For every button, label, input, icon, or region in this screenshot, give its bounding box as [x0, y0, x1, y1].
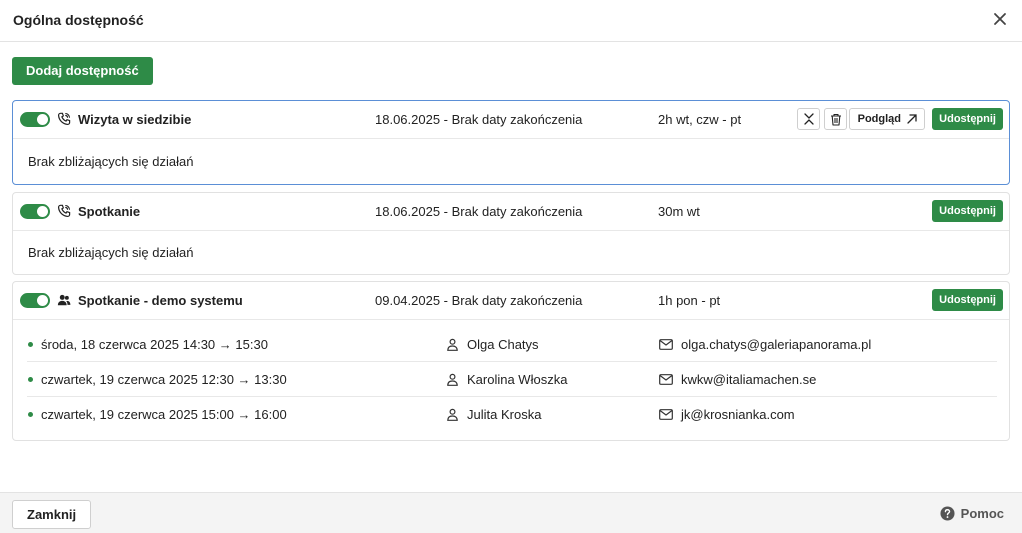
help-label: Pomoc	[960, 506, 1004, 521]
collapse-button[interactable]	[797, 108, 820, 130]
person-icon	[447, 373, 458, 386]
event-row[interactable]: środa, 18 czerwca 2025 14:30 → 15:30 Olg…	[27, 327, 997, 362]
event-person: Karolina Włoszka	[467, 372, 568, 387]
event-person: Olga Chatys	[467, 337, 539, 352]
card-name: Wizyta w siedzibie	[78, 112, 192, 127]
close-icon[interactable]	[992, 11, 1008, 27]
enable-toggle[interactable]	[20, 293, 50, 308]
external-link-icon	[907, 114, 917, 124]
card-dates: 18.06.2025 - Brak daty zakończenia	[375, 204, 583, 219]
event-person: Julita Kroska	[467, 407, 542, 422]
event-time: czwartek, 19 czerwca 2025 15:00 → 16:00	[41, 407, 287, 422]
enable-toggle[interactable]	[20, 112, 50, 127]
share-button[interactable]: Udostępnij	[932, 289, 1003, 311]
enable-toggle[interactable]	[20, 204, 50, 219]
event-email: jk@krosnianka.com	[681, 407, 795, 422]
dialog-title: Ogólna dostępność	[13, 12, 144, 28]
card-name: Spotkanie	[78, 204, 141, 219]
status-dot	[28, 412, 33, 417]
preview-button[interactable]: Podgląd	[848, 108, 925, 130]
status-dot	[28, 342, 33, 347]
event-time: środa, 18 czerwca 2025 14:30 → 15:30	[41, 337, 268, 352]
event-time: czwartek, 19 czerwca 2025 12:30 → 13:30	[41, 372, 287, 387]
person-icon	[447, 408, 458, 421]
phone-icon	[57, 112, 71, 126]
card-name: Spotkanie - demo systemu	[78, 293, 243, 308]
share-button[interactable]: Udostępnij	[932, 200, 1003, 222]
event-row[interactable]: czwartek, 19 czerwca 2025 12:30 → 13:30 …	[27, 362, 997, 397]
card-body-text: Brak zbliżających się działań	[28, 154, 194, 169]
preview-label: Podgląd	[857, 113, 901, 125]
card-header: Wizyta w siedzibie 18.06.2025 - Brak dat…	[13, 101, 1009, 139]
mail-icon	[659, 339, 673, 350]
group-icon	[57, 294, 71, 306]
event-row[interactable]: czwartek, 19 czerwca 2025 15:00 → 16:00 …	[27, 397, 997, 432]
card-schedule: 2h wt, czw - pt	[658, 112, 742, 127]
availability-card[interactable]: Spotkanie 18.06.2025 - Brak daty zakończ…	[12, 192, 1010, 275]
availability-card[interactable]: Wizyta w siedzibie 18.06.2025 - Brak dat…	[12, 100, 1010, 185]
availability-card[interactable]: Spotkanie - demo systemu 09.04.2025 - Br…	[12, 281, 1010, 441]
mail-icon	[659, 374, 673, 385]
card-dates: 09.04.2025 - Brak daty zakończenia	[375, 293, 583, 308]
help-link[interactable]: Pomoc	[940, 506, 1004, 521]
card-header: Spotkanie - demo systemu 09.04.2025 - Br…	[13, 282, 1009, 320]
share-button[interactable]: Udostępnij	[932, 108, 1003, 130]
status-dot	[28, 377, 33, 382]
event-email: olga.chatys@galeriapanorama.pl	[681, 337, 872, 352]
card-schedule: 1h pon - pt	[658, 293, 721, 308]
card-dates: 18.06.2025 - Brak daty zakończenia	[375, 112, 583, 127]
person-icon	[447, 338, 458, 351]
card-header: Spotkanie 18.06.2025 - Brak daty zakończ…	[13, 193, 1009, 231]
dialog-footer: Zamknij Pomoc	[0, 492, 1022, 533]
mail-icon	[659, 409, 673, 420]
close-button[interactable]: Zamknij	[12, 500, 92, 529]
event-email: kwkw@italiamachen.se	[681, 372, 817, 387]
delete-button[interactable]	[824, 108, 847, 130]
dialog-header: Ogólna dostępność	[0, 0, 1022, 42]
phone-icon	[57, 204, 71, 218]
card-schedule: 30m wt	[658, 204, 700, 219]
help-icon	[940, 506, 955, 521]
collapse-icon	[803, 113, 814, 125]
card-body-text: Brak zbliżających się działań	[28, 245, 194, 260]
add-availability-button[interactable]: Dodaj dostępność	[12, 57, 153, 85]
trash-icon	[830, 113, 841, 126]
